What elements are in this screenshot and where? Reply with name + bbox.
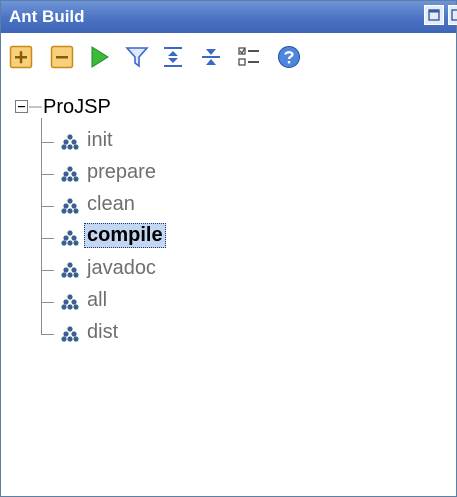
view-toolbar [1, 33, 456, 81]
collapse-node-icon[interactable] [15, 100, 30, 115]
root-connector [29, 106, 42, 108]
ant-build-view: Ant Build ProJSP init prepare clean comp… [0, 0, 457, 497]
target-label: init [87, 129, 113, 151]
tree-connector-vertical [41, 318, 42, 334]
help-icon [278, 46, 300, 68]
remove-buildfile-button[interactable] [50, 45, 74, 69]
expand-all-icon [164, 47, 182, 67]
project-label: ProJSP [43, 96, 111, 118]
tree-connector-horizontal [41, 142, 54, 143]
ant-target-icon [61, 262, 79, 278]
collapse-all-button[interactable] [199, 45, 223, 69]
restore-button[interactable] [448, 5, 457, 25]
tree-connector-horizontal [41, 174, 54, 175]
expand-all-button[interactable] [161, 45, 185, 69]
remove-buildfile-icon [50, 45, 74, 69]
ant-target-icon [61, 198, 79, 214]
properties-button[interactable] [237, 45, 261, 69]
maximize-icon [428, 9, 440, 21]
target-label: all [87, 289, 108, 311]
target-label: javadoc [87, 257, 156, 279]
restore-icon [451, 9, 457, 21]
tree-connector-horizontal [41, 270, 54, 271]
target-label: dist [87, 321, 119, 343]
run-icon [91, 46, 109, 68]
tree-connector-vertical [41, 118, 42, 158]
target-label: compile [84, 223, 166, 248]
add-buildfile-button[interactable] [9, 45, 33, 69]
view-titlebar[interactable]: Ant Build [1, 1, 457, 33]
target-label: clean [87, 193, 135, 215]
properties-icon [238, 47, 259, 66]
targets-tree[interactable]: ProJSP init prepare clean compile javadoc all… [1, 89, 456, 496]
tree-connector-horizontal [41, 302, 54, 303]
tree-connector-horizontal [41, 238, 54, 239]
help-button[interactable] [277, 45, 301, 69]
collapse-all-icon [202, 49, 220, 65]
ant-target-icon [61, 326, 79, 342]
add-buildfile-icon [9, 45, 33, 69]
filter-icon [125, 47, 149, 68]
view-title: Ant Build [9, 7, 85, 26]
filter-button[interactable] [125, 45, 149, 69]
ant-target-icon [61, 134, 79, 150]
tree-connector-horizontal [41, 206, 54, 207]
ant-target-icon [61, 294, 79, 310]
maximize-button[interactable] [424, 5, 444, 25]
run-button[interactable] [87, 45, 111, 69]
ant-target-icon [61, 230, 79, 246]
tree-connector-horizontal [41, 334, 54, 335]
ant-target-icon [61, 166, 79, 182]
target-label: prepare [87, 161, 156, 183]
